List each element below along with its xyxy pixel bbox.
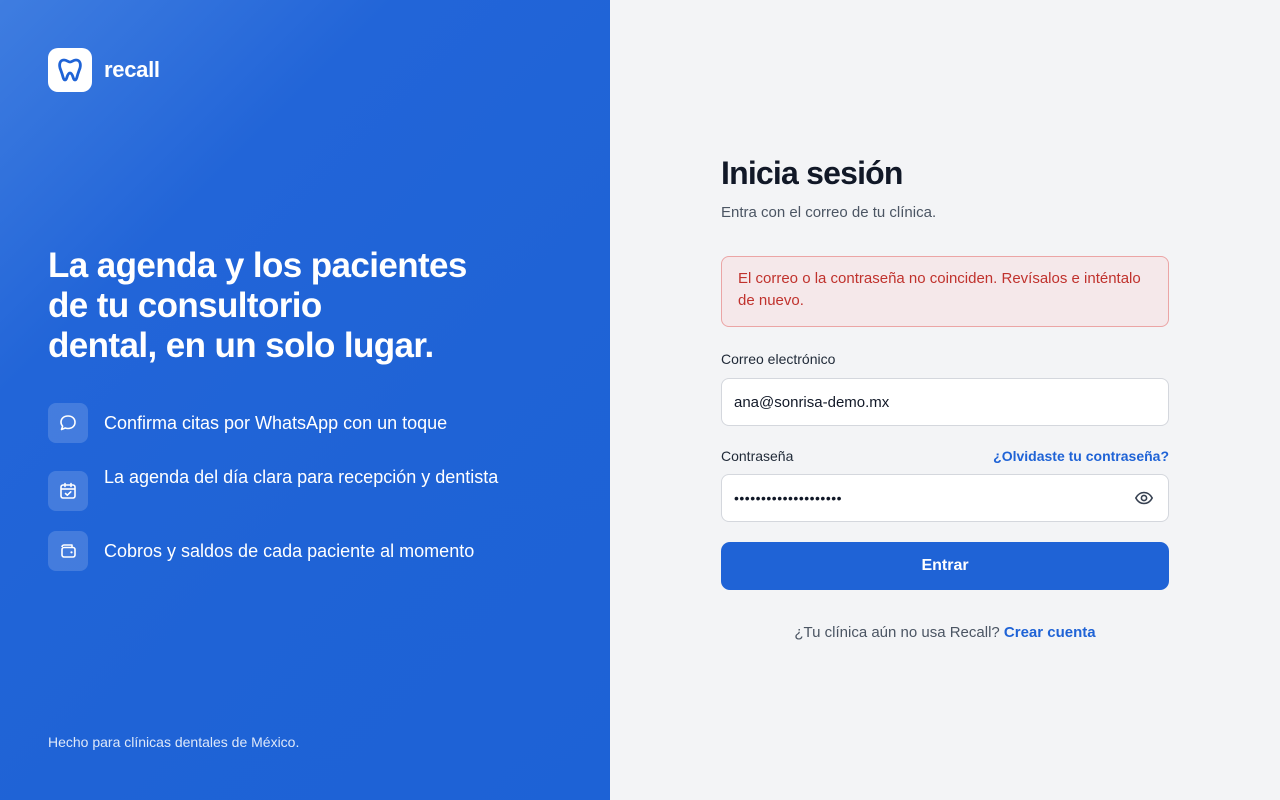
footer-note: Hecho para clínicas dentales de México. (48, 734, 300, 750)
page-subtitle: Entra con el correo de tu clínica. (721, 204, 937, 221)
chat-bubble-icon (48, 403, 88, 443)
tooth-icon (48, 48, 92, 92)
feature-text: Cobros y saldos de cada paciente al mome… (104, 541, 475, 561)
password-label: Contraseña (721, 448, 794, 464)
feature-text: Confirma citas por WhatsApp con un toque (104, 413, 448, 433)
brand: recall (48, 48, 160, 92)
brand-panel: recall La agenda y los pacientes de tu c… (0, 0, 610, 800)
signup-prompt-text: ¿Tu clínica aún no usa Recall? (794, 624, 1000, 641)
hero-line-1: La agenda y los pacientes (48, 246, 467, 285)
brand-name: recall (104, 57, 160, 82)
error-alert: El correo o la contraseña no coinciden. … (721, 256, 1169, 327)
password-label-row: Contraseña ¿Olvidaste tu contraseña? (721, 448, 1169, 464)
wallet-icon (48, 531, 88, 571)
calendar-check-icon (48, 471, 88, 511)
eye-icon[interactable] (1132, 486, 1156, 510)
hero-line-2: de tu consultorio (48, 286, 322, 325)
email-field[interactable]: ana@sonrisa-demo.mx (721, 378, 1169, 426)
feature-item: Confirma citas por WhatsApp con un toque (48, 403, 518, 443)
email-label: Correo electrónico (721, 351, 836, 367)
email-value: ana@sonrisa-demo.mx (734, 393, 890, 411)
submit-button[interactable]: Entrar (721, 542, 1169, 590)
login-panel: Inicia sesión Entra con el correo de tu … (610, 0, 1280, 800)
hero-headline: La agenda y los pacientes de tu consulto… (48, 246, 518, 366)
create-account-link[interactable]: Crear cuenta (1004, 624, 1096, 641)
feature-item: La agenda del día clara para recepción y… (48, 463, 518, 511)
password-field[interactable]: •••••••••••••••••••• (721, 474, 1169, 522)
feature-text: La agenda del día clara para recepción y… (104, 467, 499, 487)
hero-line-3: dental, en un solo lugar. (48, 326, 434, 365)
signup-prompt: ¿Tu clínica aún no usa Recall? Crear cue… (721, 624, 1169, 641)
forgot-password-link[interactable]: ¿Olvidaste tu contraseña? (993, 448, 1169, 464)
feature-list: Confirma citas por WhatsApp con un toque… (48, 403, 518, 591)
login-form: Inicia sesión Entra con el correo de tu … (721, 155, 1169, 641)
feature-item: Cobros y saldos de cada paciente al mome… (48, 531, 518, 571)
password-value: •••••••••••••••••••• (734, 490, 843, 506)
page-title: Inicia sesión (721, 155, 903, 191)
